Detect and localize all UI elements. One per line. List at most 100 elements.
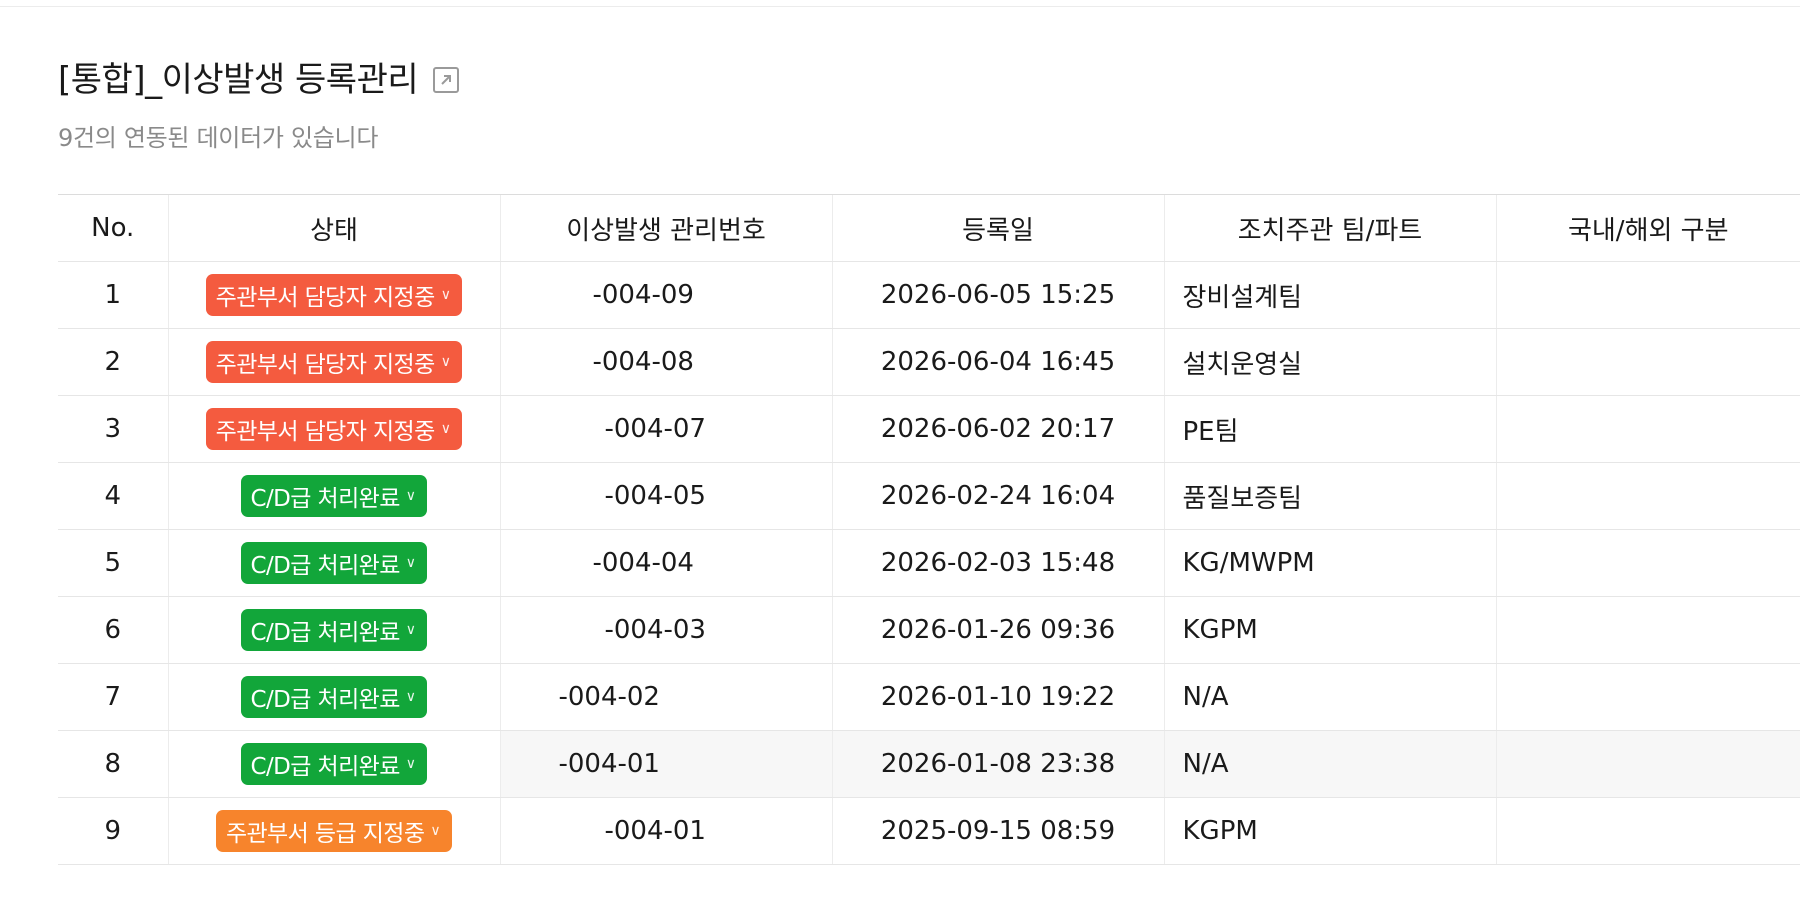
top-divider: [0, 6, 1800, 7]
status-dropdown[interactable]: 주관부서 담당자 지정중 ∨: [205, 274, 463, 316]
status-label: C/D급 처리완료: [250, 754, 401, 780]
cell-region: [1495, 730, 1800, 798]
status-label: C/D급 처리완료: [250, 687, 401, 713]
cell-status: C/D급 처리완료 ∨: [167, 596, 500, 664]
cell-team: N/A: [1163, 730, 1496, 798]
status-label: 주관부서 담당자 지정중: [215, 352, 436, 378]
chevron-down-icon: ∨: [405, 488, 416, 504]
cell-no: 5: [58, 529, 168, 597]
chevron-down-icon: ∨: [440, 354, 451, 370]
cell-id: -004-04: [499, 529, 832, 597]
status-dropdown[interactable]: 주관부서 담당자 지정중 ∨: [205, 408, 463, 450]
cell-team: KGPM: [1163, 797, 1496, 865]
status-dropdown[interactable]: 주관부서 등급 지정중 ∨: [215, 810, 453, 852]
cell-no: 6: [58, 596, 168, 664]
table-row[interactable]: 5 C/D급 처리완료 ∨ -004-04 2026-02-03 15:48 KG/MWP…: [58, 529, 1800, 597]
cell-date: 2026-02-24 16:04: [831, 462, 1164, 530]
status-dropdown[interactable]: C/D급 처리완료 ∨: [240, 609, 428, 651]
table-row[interactable]: 6 C/D급 처리완료 ∨ -004-03 2026-01-26 09:36 KGPM: [58, 596, 1800, 664]
table-row[interactable]: 4 C/D급 처리완료 ∨ -004-05 2026-02-24 16:04 품질보증팀: [58, 462, 1800, 530]
status-label: 주관부서 담당자 지정중: [215, 419, 436, 445]
table-row[interactable]: 8 C/D급 처리완료 ∨ -004-01 2026-01-08 23:38 N/A: [58, 730, 1800, 798]
column-header-id[interactable]: 이상발생 관리번호: [499, 194, 832, 262]
table-row[interactable]: 7 C/D급 처리완료 ∨ -004-02 2026-01-10 19:22 N/A: [58, 663, 1800, 731]
cell-region: [1495, 261, 1800, 329]
cell-team: KGPM: [1163, 596, 1496, 664]
cell-team: 장비설계팀: [1163, 261, 1496, 329]
column-header-date[interactable]: 등록일: [831, 194, 1164, 262]
status-label: 주관부서 담당자 지정중: [215, 285, 436, 311]
cell-id: -004-07: [499, 395, 832, 463]
cell-no: 2: [58, 328, 168, 396]
cell-id: -004-03: [499, 596, 832, 664]
table-body: 1 주관부서 담당자 지정중 ∨ -004-09 2026-06-05 15:25 장비설…: [58, 261, 1800, 865]
cell-status: C/D급 처리완료 ∨: [167, 529, 500, 597]
cell-status: 주관부서 담당자 지정중 ∨: [167, 328, 500, 396]
title-row: [통합]_이상발생 등록관리: [58, 56, 460, 104]
cell-date: 2026-02-03 15:48: [831, 529, 1164, 597]
cell-id: -004-02: [499, 663, 832, 731]
chevron-down-icon: ∨: [440, 421, 451, 437]
cell-id: -004-09: [499, 261, 832, 329]
column-header-status[interactable]: 상태: [167, 194, 500, 262]
chevron-down-icon: ∨: [405, 756, 416, 772]
status-dropdown[interactable]: C/D급 처리완료 ∨: [240, 542, 428, 584]
cell-region: [1495, 596, 1800, 664]
chevron-down-icon: ∨: [405, 622, 416, 638]
cell-region: [1495, 395, 1800, 463]
table-row[interactable]: 3 주관부서 담당자 지정중 ∨ -004-07 2026-06-02 20:17 PE팀: [58, 395, 1800, 463]
page-header: [통합]_이상발생 등록관리 9건의 연동된 데이터가 있습니다: [58, 56, 460, 153]
cell-date: 2025-09-15 08:59: [831, 797, 1164, 865]
column-header-team[interactable]: 조치주관 팀/파트: [1163, 194, 1496, 262]
status-dropdown[interactable]: C/D급 처리완료 ∨: [240, 475, 428, 517]
chevron-down-icon: ∨: [440, 287, 451, 303]
cell-team: 설치운영실: [1163, 328, 1496, 396]
cell-date: 2026-01-08 23:38: [831, 730, 1164, 798]
status-label: C/D급 처리완료: [250, 553, 401, 579]
cell-region: [1495, 529, 1800, 597]
cell-date: 2026-01-26 09:36: [831, 596, 1164, 664]
table-row[interactable]: 2 주관부서 담당자 지정중 ∨ -004-08 2026-06-04 16:45 설치운…: [58, 328, 1800, 396]
cell-status: C/D급 처리완료 ∨: [167, 663, 500, 731]
cell-date: 2026-01-10 19:22: [831, 663, 1164, 731]
column-header-no[interactable]: No.: [58, 194, 168, 262]
cell-status: C/D급 처리완료 ∨: [167, 462, 500, 530]
cell-team: N/A: [1163, 663, 1496, 731]
status-dropdown[interactable]: C/D급 처리완료 ∨: [240, 743, 428, 785]
cell-status: 주관부서 등급 지정중 ∨: [167, 797, 500, 865]
cell-team: KG/MWPM: [1163, 529, 1496, 597]
cell-id: -004-08: [499, 328, 832, 396]
status-label: C/D급 처리완료: [250, 620, 401, 646]
external-link-icon[interactable]: [432, 66, 460, 94]
cell-status: 주관부서 담당자 지정중 ∨: [167, 395, 500, 463]
chevron-down-icon: ∨: [430, 823, 441, 839]
cell-no: 9: [58, 797, 168, 865]
cell-no: 1: [58, 261, 168, 329]
column-header-region[interactable]: 국내/해외 구분: [1495, 194, 1800, 262]
status-label: 주관부서 등급 지정중: [225, 821, 425, 847]
cell-region: [1495, 797, 1800, 865]
status-dropdown[interactable]: C/D급 처리완료 ∨: [240, 676, 428, 718]
cell-id: -004-01: [499, 797, 832, 865]
cell-date: 2026-06-05 15:25: [831, 261, 1164, 329]
cell-region: [1495, 663, 1800, 731]
cell-id: -004-05: [499, 462, 832, 530]
chevron-down-icon: ∨: [405, 555, 416, 571]
cell-team: PE팀: [1163, 395, 1496, 463]
status-label: C/D급 처리완료: [250, 486, 401, 512]
cell-id: -004-01: [499, 730, 832, 798]
cell-date: 2026-06-04 16:45: [831, 328, 1164, 396]
status-dropdown[interactable]: 주관부서 담당자 지정중 ∨: [205, 341, 463, 383]
cell-region: [1495, 328, 1800, 396]
data-table: No. 상태 이상발생 관리번호 등록일 조치주관 팀/파트 국내/해외 구분 …: [58, 194, 1800, 865]
cell-no: 3: [58, 395, 168, 463]
chevron-down-icon: ∨: [405, 689, 416, 705]
table-row[interactable]: 1 주관부서 담당자 지정중 ∨ -004-09 2026-06-05 15:25 장비설…: [58, 261, 1800, 329]
page-title: [통합]_이상발생 등록관리: [58, 60, 419, 100]
cell-status: 주관부서 담당자 지정중 ∨: [167, 261, 500, 329]
cell-no: 7: [58, 663, 168, 731]
table-row[interactable]: 9 주관부서 등급 지정중 ∨ -004-01 2025-09-15 08:59 KGPM: [58, 797, 1800, 865]
cell-region: [1495, 462, 1800, 530]
cell-team: 품질보증팀: [1163, 462, 1496, 530]
cell-no: 4: [58, 462, 168, 530]
